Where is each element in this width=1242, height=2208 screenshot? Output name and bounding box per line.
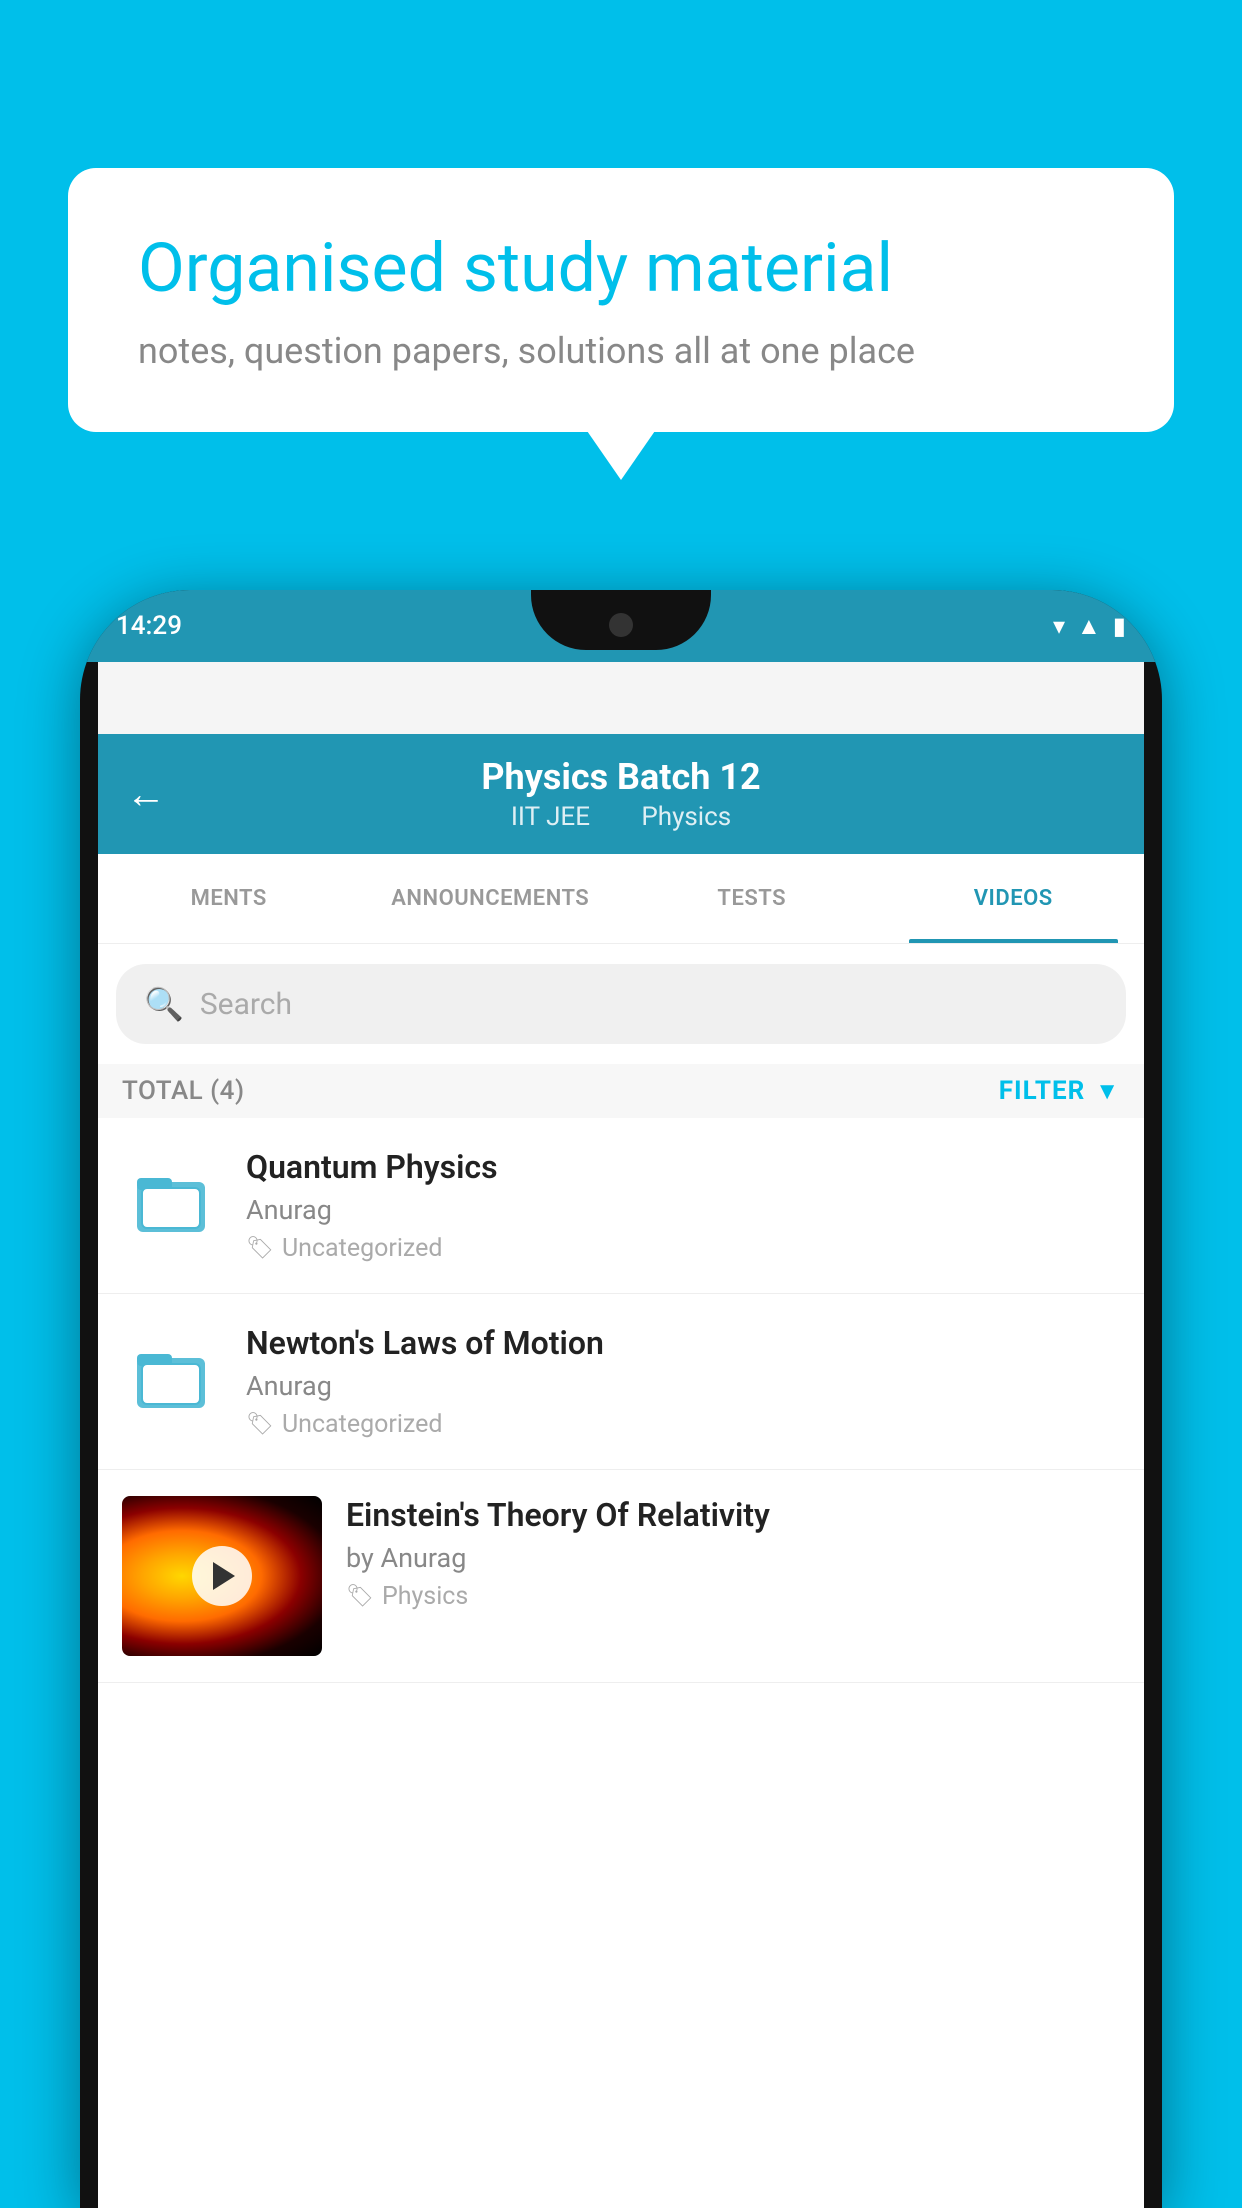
tag-icon: 🏷 <box>246 1412 274 1437</box>
video-title-1: Quantum Physics <box>246 1148 1120 1186</box>
wifi-icon: ▾ <box>1053 612 1065 640</box>
bubble-title: Organised study material <box>138 228 1104 310</box>
subtitle-iit: IIT JEE <box>511 802 590 832</box>
play-button[interactable] <box>192 1546 252 1606</box>
total-count: TOTAL (4) <box>122 1076 245 1106</box>
battery-icon: ▮ <box>1113 612 1126 640</box>
tab-announcements[interactable]: ANNOUNCEMENTS <box>360 854 622 943</box>
tag-label-2: Uncategorized <box>282 1410 443 1439</box>
filter-icon: ▼ <box>1095 1077 1120 1106</box>
video-thumbnail-3 <box>122 1496 322 1656</box>
video-title-3: Einstein's Theory Of Relativity <box>346 1496 1120 1534</box>
play-icon <box>213 1562 235 1590</box>
camera <box>609 613 633 637</box>
app-bar-subtitle: IIT JEE Physics <box>503 802 739 832</box>
status-icons: ▾ ▲ ▮ <box>1053 612 1126 641</box>
back-button[interactable]: ← <box>126 771 166 818</box>
subtitle-separator <box>612 802 625 832</box>
video-thumb-2 <box>122 1337 222 1427</box>
phone-frame: 14:29 ▾ ▲ ▮ ← Physics Batch 12 IIT JEE P… <box>80 590 1162 2208</box>
tag-icon: 🏷 <box>246 1236 274 1261</box>
video-author-2: Anurag <box>246 1370 1120 1402</box>
search-icon: 🔍 <box>144 985 184 1023</box>
app-bar: ← Physics Batch 12 IIT JEE Physics <box>98 734 1144 854</box>
list-item[interactable]: Einstein's Theory Of Relativity by Anura… <box>98 1470 1144 1683</box>
signal-icon: ▲ <box>1077 612 1101 641</box>
speech-bubble-container: Organised study material notes, question… <box>68 168 1174 432</box>
list-item[interactable]: Quantum Physics Anurag 🏷 Uncategorized <box>98 1118 1144 1294</box>
video-title-2: Newton's Laws of Motion <box>246 1324 1120 1362</box>
filter-label: FILTER <box>999 1076 1085 1106</box>
video-thumb-1 <box>122 1161 222 1251</box>
list-item[interactable]: Newton's Laws of Motion Anurag 🏷 Uncateg… <box>98 1294 1144 1470</box>
video-tag-2: 🏷 Uncategorized <box>246 1410 1120 1439</box>
tag-icon: 🏷 <box>346 1584 374 1609</box>
video-info-3: Einstein's Theory Of Relativity by Anura… <box>346 1496 1120 1611</box>
bubble-subtitle: notes, question papers, solutions all at… <box>138 330 1104 372</box>
phone-screen: ← Physics Batch 12 IIT JEE Physics MENTS… <box>98 662 1144 2208</box>
status-bar: 14:29 ▾ ▲ ▮ <box>80 590 1162 662</box>
video-tag-1: 🏷 Uncategorized <box>246 1234 1120 1263</box>
video-info-2: Newton's Laws of Motion Anurag 🏷 Uncateg… <box>246 1324 1120 1439</box>
subtitle-physics: Physics <box>641 802 731 832</box>
notch <box>531 590 711 650</box>
video-list: Quantum Physics Anurag 🏷 Uncategorized <box>98 1118 1144 1683</box>
filter-row: TOTAL (4) FILTER ▼ <box>98 1064 1144 1118</box>
tag-label-3: Physics <box>382 1582 468 1611</box>
content-area: 🔍 Search TOTAL (4) FILTER ▼ <box>98 944 1144 2208</box>
speech-bubble: Organised study material notes, question… <box>68 168 1174 432</box>
search-bar[interactable]: 🔍 Search <box>116 964 1126 1044</box>
video-author-1: Anurag <box>246 1194 1120 1226</box>
video-author-3: by Anurag <box>346 1542 1120 1574</box>
app-bar-title: Physics Batch 12 <box>481 756 760 798</box>
video-info-1: Quantum Physics Anurag 🏷 Uncategorized <box>246 1148 1120 1263</box>
tab-tests[interactable]: TESTS <box>621 854 883 943</box>
folder-icon <box>132 1336 212 1428</box>
tab-bar: MENTS ANNOUNCEMENTS TESTS VIDEOS <box>98 854 1144 944</box>
tab-ments[interactable]: MENTS <box>98 854 360 943</box>
tag-label-1: Uncategorized <box>282 1234 443 1263</box>
search-placeholder: Search <box>200 987 292 1022</box>
status-time: 14:29 <box>116 611 182 641</box>
tab-videos[interactable]: VIDEOS <box>883 854 1145 943</box>
video-tag-3: 🏷 Physics <box>346 1582 1120 1611</box>
folder-icon <box>132 1160 212 1252</box>
filter-button[interactable]: FILTER ▼ <box>999 1076 1120 1106</box>
